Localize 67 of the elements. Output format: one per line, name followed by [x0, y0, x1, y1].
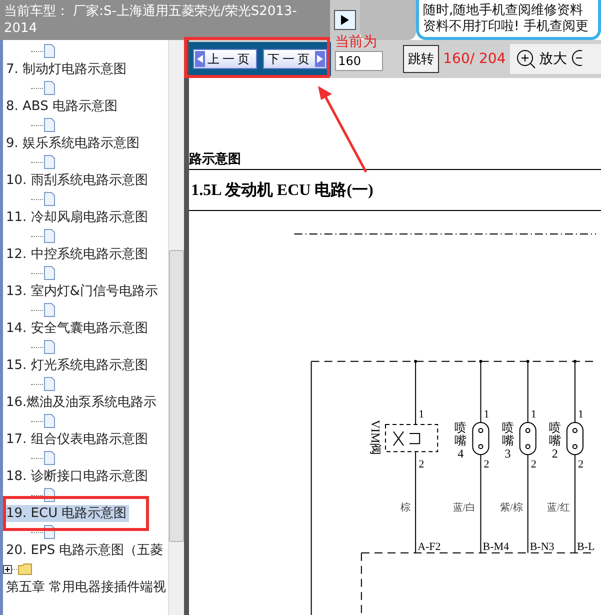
tree-item[interactable]: 19. ECU 电路示意图 — [3, 505, 129, 522]
pin-number: 2 — [418, 458, 424, 471]
tree-item[interactable]: 11. 冷却风扇电路示意图 — [3, 209, 150, 226]
pin-number: 1 — [530, 408, 536, 420]
prev-page-button[interactable]: 上一页 — [193, 49, 258, 69]
document-icon — [44, 155, 55, 170]
document-icon — [44, 229, 55, 244]
scrollbar[interactable] — [168, 40, 184, 615]
ad-text: 随时,随地手机查阅维修资料 — [423, 3, 584, 19]
zoom-in-icon — [516, 49, 536, 69]
tree-item[interactable]: 16.燃油及油泵系统电路示 — [3, 394, 159, 412]
jump-button[interactable]: 跳转 — [403, 45, 440, 73]
document-icon — [44, 192, 55, 206]
tree-item[interactable]: 12. 中控系统电路示意图 — [3, 246, 150, 264]
expand-icon[interactable] — [3, 564, 12, 574]
tree-item[interactable]: 17. 组合仪表电路示意图 — [3, 431, 150, 448]
zoom-out-icon — [570, 49, 582, 69]
folder-icon — [18, 563, 32, 576]
wire-color-label: 蓝/红 — [547, 502, 570, 514]
vehicle-banner: 当前车型： 厂家:S-上海通用五菱荣光/荣光S2013-2014 — [0, 0, 330, 40]
component-label: 喷嘴4 — [454, 420, 467, 461]
component-label: 喷嘴2 — [549, 420, 562, 461]
wire-color-label: 蓝/白 — [453, 502, 476, 514]
tree-item[interactable]: 20. EPS 电路示意图（五菱 — [3, 542, 166, 560]
pin-number: 2 — [484, 458, 490, 471]
current-page-label: 当前为 — [335, 33, 378, 51]
tree-item[interactable]: 13. 室内灯&门信号电路示 — [3, 283, 160, 300]
page-count: 160/ 204 — [443, 51, 506, 67]
next-page-button[interactable]: 下一页 — [263, 49, 328, 69]
play-icon — [341, 15, 349, 25]
tree-item[interactable]: 14. 安全气囊电路示意图 — [3, 320, 150, 338]
document-icon — [44, 44, 55, 58]
document-icon — [44, 451, 55, 466]
pin-number: 2 — [578, 458, 584, 471]
pin-number: 1 — [578, 408, 584, 420]
tree-item[interactable]: 9. 娱乐系统电路示意图 — [3, 135, 142, 152]
tree-item[interactable]: 15. 灯光系统电路示意图 — [3, 357, 150, 374]
tree-item[interactable]: 第五章 常用电器接插件端视 — [3, 579, 168, 596]
document-icon — [44, 377, 55, 392]
document-icon — [44, 118, 55, 132]
document-icon — [44, 340, 55, 354]
connector-label: B-M4 — [482, 540, 510, 553]
connector-label: B-L — [577, 540, 595, 553]
page-input[interactable]: 160 — [335, 51, 384, 71]
document-icon — [44, 303, 55, 318]
component-label: VIM阀 — [368, 420, 383, 456]
wire-color-label: 紫/棕 — [500, 502, 523, 514]
ad-text: 资料不用打印啦! 手机查阅更 — [423, 19, 590, 35]
right-arrow-icon — [317, 55, 324, 63]
connector-label: A-F2 — [418, 540, 441, 553]
play-button[interactable] — [334, 10, 356, 30]
tree-item[interactable]: 10. 雨刮系统电路示意图 — [3, 172, 150, 190]
tree-item[interactable]: 8. ABS 电路示意图 — [3, 98, 120, 116]
wire-color-label: 棕 — [400, 502, 411, 514]
diagram-title: 1.5L 发动机 ECU 电路(一) — [189, 170, 601, 211]
left-arrow-icon — [197, 55, 204, 63]
tree-item[interactable]: 18. 诊断接口电路示意图 — [3, 468, 150, 486]
pin-number: 2 — [530, 458, 536, 471]
pin-number: 1 — [484, 408, 490, 420]
pin-number: 1 — [418, 408, 424, 420]
section-heading: 路示意图 — [189, 150, 601, 170]
document-icon — [44, 266, 55, 280]
component-label: 喷嘴3 — [502, 420, 514, 461]
tree-item[interactable]: 7. 制动灯电路示意图 — [3, 61, 129, 78]
document-icon — [44, 414, 55, 428]
document-icon — [44, 81, 55, 96]
connector-label: B-N3 — [530, 540, 554, 553]
